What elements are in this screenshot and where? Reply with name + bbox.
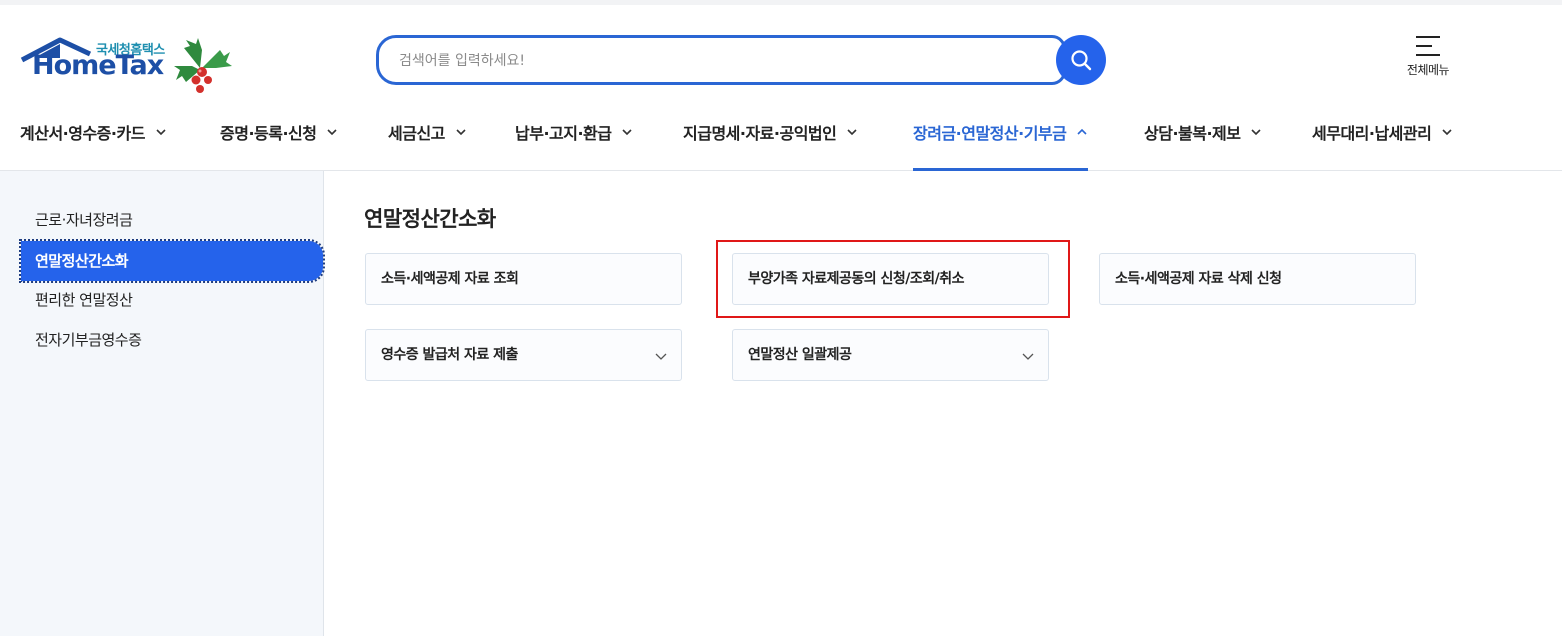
highlight-box [716,240,1070,318]
card-deduction-data-inquiry[interactable]: 소득·세액공제 자료 조회 [365,253,682,305]
chevron-down-icon [847,129,857,136]
sidebar-item-yearend-simplified[interactable]: 연말정산간소화 [19,239,325,283]
sidebar-item-e-donation-receipt[interactable]: 전자기부금영수증 [21,320,323,360]
nav-item-invoice-receipt-card[interactable]: 계산서·영수증·카드 [20,120,167,171]
chevron-down-icon [622,129,633,136]
nav-item-payment-refund[interactable]: 납부·고지·환급 [515,120,633,171]
nav-item-incentive-yearend-donation[interactable]: 장려금·연말정산·기부금 [913,120,1089,171]
nav-item-certificate-registration[interactable]: 증명·등록·신청 [220,120,338,171]
sidebar: 근로·자녀장려금 연말정산간소화 편리한 연말정산 전자기부금영수증 [0,171,325,636]
logo-title: HomeTax [32,50,164,81]
main-nav: 계산서·영수증·카드 증명·등록·신청 세금신고 납부·고지·환급 지급명세·자… [0,108,1562,171]
search-icon [1071,50,1092,71]
sidebar-item-convenient-yearend[interactable]: 편리한 연말정산 [21,280,323,320]
card-receipt-issuer-submit[interactable]: 영수증 발급처 자료 제출 [365,329,682,381]
card-yearend-bulk-provide[interactable]: 연말정산 일괄제공 [732,329,1049,381]
chevron-down-icon [1022,353,1034,360]
search-box[interactable] [376,35,1066,85]
chevron-down-icon [156,129,166,136]
all-menu-label: 전체메뉴 [1406,63,1450,77]
nav-item-label: 상담·불복·제보 [1144,124,1241,143]
search-input[interactable] [399,50,1039,72]
nav-item-label: 세금신고 [388,124,445,143]
nav-item-label: 납부·고지·환급 [515,124,612,143]
search-button[interactable] [1056,35,1106,85]
nav-item-consultation-appeal[interactable]: 상담·불복·제보 [1144,120,1262,171]
card-deduction-data-delete[interactable]: 소득·세액공제 자료 삭제 신청 [1099,253,1416,305]
all-menu-button[interactable]: 전체메뉴 [1404,35,1452,87]
nav-item-payment-statement[interactable]: 지급명세·자료·공익법인 [683,120,858,171]
chevron-down-icon [655,353,667,360]
nav-item-tax-return[interactable]: 세금신고 [388,120,467,171]
nav-item-label: 장려금·연말정산·기부금 [913,124,1067,143]
nav-item-label: 지급명세·자료·공익법인 [683,124,837,143]
card-label: 연말정산 일괄제공 [748,347,852,363]
sidebar-item-earned-child-incentive[interactable]: 근로·자녀장려금 [21,200,323,240]
page-title: 연말정산간소화 [364,207,496,231]
card-label: 영수증 발급처 자료 제출 [381,347,518,363]
nav-item-label: 세무대리·납세관리 [1312,124,1432,143]
card-label: 소득·세액공제 자료 삭제 신청 [1115,271,1282,287]
chevron-up-icon [1077,128,1087,135]
holly-icon [174,38,232,93]
chevron-down-icon [327,129,338,136]
nav-item-label: 증명·등록·신청 [220,124,317,143]
top-strip [0,0,1562,5]
chevron-down-icon [1251,129,1262,136]
hamburger-icon [1416,36,1440,56]
nav-item-tax-agent[interactable]: 세무대리·납세관리 [1312,120,1453,171]
nav-item-label: 계산서·영수증·카드 [20,124,145,143]
chevron-down-icon [1442,129,1452,136]
chevron-down-icon [456,129,466,136]
hometax-logo[interactable]: 국세청홈택스 HomeTax [20,36,235,96]
card-label: 소득·세액공제 자료 조회 [381,271,519,287]
